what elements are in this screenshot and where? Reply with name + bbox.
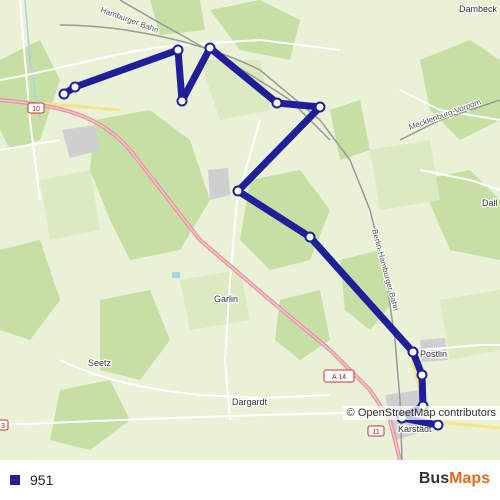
map-canvas: Dambeck Garlin Seetz Dargardt Dall Karst… [0, 0, 500, 460]
shield-11: 11 [367, 425, 385, 437]
shield-a14: A 14 [323, 369, 355, 383]
place-label-seetz: Seetz [88, 358, 112, 368]
bus-stop[interactable] [232, 185, 244, 197]
map-view[interactable]: Dambeck Garlin Seetz Dargardt Dall Karst… [0, 0, 500, 460]
place-label-dargardt: Dargardt [232, 397, 268, 407]
place-label-dall: Dall [482, 198, 498, 208]
legend-swatch [10, 475, 20, 485]
map-attribution[interactable]: © OpenStreetMap contributors [342, 406, 500, 420]
bus-stop[interactable] [416, 369, 428, 381]
legend-route-label: 951 [30, 472, 54, 488]
bus-stop[interactable] [69, 81, 81, 93]
place-label-dambeck: Dambeck [459, 4, 498, 14]
bus-stop[interactable] [314, 101, 326, 113]
place-label-postlin: Postlin [420, 349, 447, 359]
bus-stop[interactable] [176, 95, 188, 107]
bus-stop[interactable] [432, 419, 444, 431]
brand-part-bus: Bus [418, 470, 450, 487]
bus-stop[interactable] [271, 97, 283, 109]
shield-3: 3 [0, 419, 9, 431]
bus-stop[interactable] [58, 88, 70, 100]
bus-stop[interactable] [172, 44, 184, 56]
shield-11-text: 11 [372, 429, 379, 436]
shield-10: 10 [27, 102, 45, 114]
map-footer: 951 BusMaps [0, 460, 500, 500]
bus-stop[interactable] [304, 231, 316, 243]
shield-a14-text: A 14 [332, 374, 346, 381]
busmaps-logo[interactable]: BusMaps [419, 470, 490, 488]
bus-stop[interactable] [407, 346, 419, 358]
shield-3-text: 3 [1, 423, 5, 430]
place-label-garlin: Garlin [214, 294, 238, 304]
brand-part-maps: Maps [449, 470, 490, 487]
shield-10-text: 10 [32, 106, 40, 113]
bus-stop[interactable] [204, 42, 216, 54]
